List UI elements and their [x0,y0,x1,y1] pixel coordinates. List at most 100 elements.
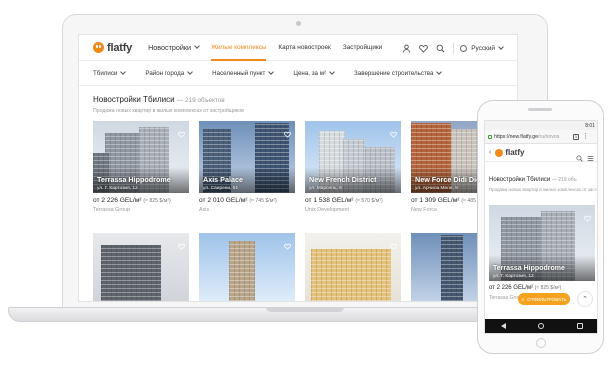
scroll-up-button[interactable]: ⌃ [577,291,593,307]
chevron-down-icon [120,68,127,75]
language-selector[interactable]: Русский [460,43,504,52]
price-usd: (≈ 745 $/м²) [249,198,277,204]
building-shape [101,245,161,301]
price-gel: от 2 226 GEL/м² [93,197,142,204]
price-usd: (≈ 570 $/м²) [355,198,383,204]
card-address: ул. Свирени, 51 [203,186,239,191]
filter-district[interactable]: Район города [145,68,194,77]
page-title: Новостройки Тбилиси — 219 объектов [93,95,225,104]
favorite-heart-icon[interactable] [584,209,591,222]
android-recents-icon[interactable] [576,323,583,329]
listing-card[interactable]: New French District ул. Марсель, 9 от 1 … [305,121,401,213]
card-title: New French District [309,175,377,184]
card-title: New Force Didi Digo [415,175,485,184]
lock-icon [488,134,492,139]
chevron-up-icon: ⌃ [582,296,588,303]
price-gel: от 2 010 GEL/м² [199,197,248,204]
building-photo [305,233,401,301]
building-photo [93,233,189,301]
card-developer[interactable]: Unix Development [305,207,401,213]
url-host: https://new.flatfy.ge [494,133,539,140]
favorite-heart-icon[interactable] [178,237,185,250]
globe-icon [460,44,468,52]
chevron-down-icon [436,68,443,75]
nav-main-label: Новостройки [148,43,192,52]
menu-icon[interactable] [587,149,594,161]
url-path: /ru/novos [538,133,560,140]
chevron-down-icon [268,68,275,75]
header-actions: Русский [394,35,504,61]
listing-card[interactable] [305,233,401,301]
filter-label: Населенный пункт [212,69,266,77]
more-vert-icon[interactable]: ⋮ [582,133,589,140]
favorite-heart-icon[interactable] [390,125,397,138]
url-text: https://new.flatfy.ge/ru/novos [494,134,570,140]
listing-card[interactable]: Axis Palace ул. Свирени, 51 от 2 010 GEL… [199,121,295,213]
search-icon[interactable] [436,44,445,53]
laptop-notch [266,307,344,312]
filter-price[interactable]: Цена, за м² [293,68,335,77]
android-back-icon[interactable] [501,323,507,329]
favorite-heart-icon[interactable] [390,237,397,250]
card-address: ул. Г. Картозия, 12 [97,186,138,191]
chevron-down-icon [498,43,504,50]
price-gel: от 2 226 GEL/м² [489,285,534,291]
filter-button[interactable]: ≡ ОТФИЛЬТРОВАТЬ [518,293,570,305]
filter-button-label: ОТФИЛЬТРОВАТЬ [527,296,567,302]
chevron-down-icon [194,43,200,49]
android-nav-bar [485,319,597,333]
nav-item-residential-complexes[interactable]: Жилые комплексы [211,35,267,61]
mobile-card-price: от 2 226 GEL/м² (≈ 825 $/м²) [489,285,561,291]
logo-text[interactable]: flatfy [505,148,524,157]
filter-city[interactable]: Тбилиси [93,68,127,77]
page-title-text: Новостройки Тбилиси [489,177,551,183]
listing-card[interactable]: Terrassa Hippodrome ул. Г. Картозия, 12 … [93,121,189,213]
filter-completion[interactable]: Завершение строительства [354,68,443,77]
nav-item-map[interactable]: Карта новостроек [278,35,330,61]
building-photo: Axis Palace ул. Свирени, 51 [199,121,295,193]
card-title: Axis Palace [203,175,243,184]
nav-item-developers[interactable]: Застройщики [343,35,382,61]
card-title: Terrassa Hippodrome [493,265,565,272]
android-home-icon[interactable] [538,323,545,329]
user-icon[interactable] [402,44,411,53]
back-arrow-icon[interactable]: ‹ [489,149,491,156]
card-price: от 2 226 GEL/м² (≈ 825 $/м²) [93,197,189,204]
card-address: ул. Арчила Мепе, 9 [415,186,458,191]
card-developer[interactable]: Terrassa Group [93,207,189,213]
card-address: ул. Марсель, 9 [309,186,342,191]
nav-novostroyki-dropdown[interactable]: Новостройки [148,35,200,61]
logo[interactable]: flatfy [93,42,132,54]
filter-label: Тбилиси [93,69,118,77]
mobile-listing-card[interactable]: Terrassa Hippodrome ул. Г. Картозия, 12 [489,205,595,281]
phone-home-button [536,338,546,348]
phone-speaker [528,108,552,111]
favorite-heart-icon[interactable] [284,237,291,250]
chevron-down-icon [329,68,335,75]
building-shape [441,235,463,301]
filter-label: Район города [145,69,185,77]
browser-address-bar[interactable]: https://new.flatfy.ge/ru/novos 1 ⋮ [485,130,597,144]
page-subtitle: Продажа новых квартир в жилых комплексах… [93,108,244,114]
laptop-screen: flatfy Новостройки Жилые комплексы Карта… [78,34,518,302]
results-count: — 219 объ [551,177,577,183]
card-price: от 2 010 GEL/м² (≈ 745 $/м²) [199,197,295,204]
listing-card[interactable] [199,233,295,301]
favorite-heart-icon[interactable] [284,125,291,138]
card-developer[interactable]: Axis [199,207,295,213]
language-label: Русский [471,44,495,52]
page-title-text: Новостройки Тбилиси [93,95,175,104]
tab-count-icon[interactable]: 1 [573,133,579,140]
filter-locality[interactable]: Населенный пункт [212,68,275,77]
mobile-page-title: Новостройки Тбилиси — 219 объ [489,177,577,183]
filter-label: Завершение строительства [354,69,434,77]
laptop-camera [296,21,301,26]
logo-text: flatfy [107,41,133,54]
header-divider [453,42,455,54]
heart-icon[interactable] [419,44,429,53]
phone-screen: 8:01 https://new.flatfy.ge/ru/novos 1 ⋮ … [484,120,598,334]
favorite-heart-icon[interactable] [178,125,185,138]
search-icon[interactable] [576,149,583,162]
card-title: Terrassa Hippodrome [97,175,171,184]
listing-card[interactable] [93,233,189,301]
